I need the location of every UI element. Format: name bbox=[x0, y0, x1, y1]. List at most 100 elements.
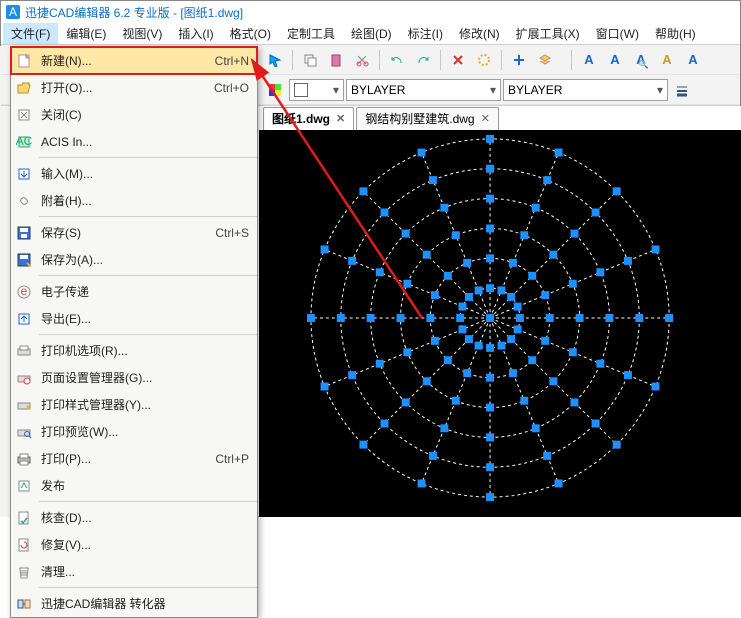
menu-item-label: 发布 bbox=[41, 477, 249, 494]
acis-icon: AC bbox=[15, 133, 33, 151]
menu-3[interactable]: 插入(I) bbox=[170, 23, 221, 44]
text-check-icon[interactable]: A bbox=[681, 48, 705, 72]
close-icon[interactable]: ✕ bbox=[481, 112, 490, 125]
select-icon[interactable] bbox=[263, 48, 287, 72]
import-icon bbox=[15, 165, 33, 183]
shortcut-label: Ctrl+O bbox=[214, 81, 249, 95]
shortcut-label: Ctrl+N bbox=[215, 54, 249, 68]
color-swatch bbox=[294, 83, 308, 97]
menu-item-new[interactable]: 新建(N)... Ctrl+N bbox=[11, 47, 257, 74]
menu-6[interactable]: 绘图(D) bbox=[343, 23, 400, 44]
shortcut-label: Ctrl+P bbox=[215, 452, 249, 466]
menu-item-label: 附着(H)... bbox=[41, 192, 249, 209]
text-a1-icon[interactable]: A bbox=[577, 48, 601, 72]
menu-item-conv[interactable]: 迅捷CAD编辑器 转化器 bbox=[11, 590, 257, 617]
menu-item-audit[interactable]: 核查(D)... bbox=[11, 504, 257, 531]
menu-item-psetup[interactable]: 页面设置管理器(G)... bbox=[11, 364, 257, 391]
menu-item-label: 打印(P)... bbox=[41, 450, 207, 467]
menu-item-label: 修复(V)... bbox=[41, 536, 249, 553]
doc-tab[interactable]: 图纸1.dwg ✕ bbox=[263, 107, 354, 130]
paste-icon[interactable] bbox=[324, 48, 348, 72]
menu-item-publish[interactable]: 发布 bbox=[11, 472, 257, 499]
menu-item-export[interactable]: 导出(E)... bbox=[11, 305, 257, 332]
shortcut-label: Ctrl+S bbox=[215, 226, 249, 240]
menu-item-acis[interactable]: ACACIS In... bbox=[11, 128, 257, 155]
menu-item-label: 保存(S) bbox=[41, 224, 207, 241]
menu-item-close[interactable]: 关闭(C) bbox=[11, 101, 257, 128]
copy-icon[interactable] bbox=[298, 48, 322, 72]
app-icon: A bbox=[5, 4, 21, 20]
menu-item-label: 打开(O)... bbox=[41, 79, 206, 96]
menu-item-label: 保存为(A)... bbox=[41, 251, 249, 268]
svg-text:e: e bbox=[21, 284, 28, 298]
close-icon bbox=[15, 106, 33, 124]
save-icon bbox=[15, 224, 33, 242]
color-swatch-icon[interactable] bbox=[263, 78, 287, 102]
menu-item-import[interactable]: 输入(M)... bbox=[11, 160, 257, 187]
popt-icon bbox=[15, 342, 33, 360]
text-a2-icon[interactable]: A bbox=[603, 48, 627, 72]
menu-item-label: 迅捷CAD编辑器 转化器 bbox=[41, 595, 249, 612]
menu-item-ppreview[interactable]: 打印预览(W)... bbox=[11, 418, 257, 445]
text-style-icon[interactable]: A bbox=[655, 48, 679, 72]
menu-8[interactable]: 修改(N) bbox=[451, 23, 508, 44]
tab-label: 图纸1.dwg bbox=[272, 110, 330, 127]
lineweight-icon[interactable] bbox=[670, 78, 694, 102]
color-combo[interactable]: ▾ bbox=[289, 79, 344, 101]
text-find-icon[interactable]: A🔍 bbox=[629, 48, 653, 72]
menu-10[interactable]: 窗口(W) bbox=[588, 23, 647, 44]
menu-1[interactable]: 编辑(E) bbox=[58, 23, 114, 44]
menu-item-label: 打印机选项(R)... bbox=[41, 342, 249, 359]
menu-item-pstyle[interactable]: 打印样式管理器(Y)... bbox=[11, 391, 257, 418]
menu-0[interactable]: 文件(F) bbox=[3, 23, 58, 44]
layer-name-combo[interactable]: BYLAYER ▾ bbox=[346, 79, 501, 101]
menu-item-purge[interactable]: 清理... bbox=[11, 558, 257, 585]
menu-item-label: 新建(N)... bbox=[41, 52, 207, 69]
menu-item-label: 电子传递 bbox=[41, 283, 249, 300]
doc-tab[interactable]: 钢结构别墅建筑.dwg✕ bbox=[356, 107, 499, 130]
menu-item-etrans[interactable]: e 电子传递 bbox=[11, 278, 257, 305]
print-icon bbox=[15, 450, 33, 468]
linetype-value: BYLAYER bbox=[508, 83, 562, 97]
pan-icon[interactable] bbox=[507, 48, 531, 72]
recover-icon bbox=[15, 536, 33, 554]
menu-5[interactable]: 定制工具 bbox=[279, 23, 343, 44]
etrans-icon: e bbox=[15, 283, 33, 301]
delete-icon[interactable] bbox=[446, 48, 470, 72]
file-menu-dropdown: 新建(N)... Ctrl+N 打开(O)... Ctrl+O 关闭(C)ACACIS … bbox=[10, 46, 258, 618]
layers-icon[interactable] bbox=[533, 48, 557, 72]
redo-icon[interactable] bbox=[411, 48, 435, 72]
menu-item-attach[interactable]: 附着(H)... bbox=[11, 187, 257, 214]
highlight-icon[interactable] bbox=[472, 48, 496, 72]
menu-bar: 文件(F)编辑(E)视图(V)插入(I)格式(O)定制工具绘图(D)标注(I)修… bbox=[1, 23, 740, 45]
menu-9[interactable]: 扩展工具(X) bbox=[508, 23, 588, 44]
menu-item-label: 导出(E)... bbox=[41, 310, 249, 327]
menu-item-label: 页面设置管理器(G)... bbox=[41, 369, 249, 386]
open-icon bbox=[15, 79, 33, 97]
menu-item-label: 输入(M)... bbox=[41, 165, 249, 182]
undo-icon[interactable] bbox=[385, 48, 409, 72]
attach-icon bbox=[15, 192, 33, 210]
chevron-down-icon: ▾ bbox=[333, 83, 339, 97]
menu-item-recover[interactable]: 修复(V)... bbox=[11, 531, 257, 558]
linetype-combo[interactable]: BYLAYER ▾ bbox=[503, 79, 668, 101]
menu-item-save[interactable]: 保存(S) Ctrl+S bbox=[11, 219, 257, 246]
cut-icon[interactable] bbox=[350, 48, 374, 72]
chevron-down-icon: ▾ bbox=[490, 83, 496, 97]
conv-icon bbox=[15, 595, 33, 613]
menu-item-label: 清理... bbox=[41, 563, 249, 580]
menu-item-label: 打印预览(W)... bbox=[41, 423, 249, 440]
menu-item-label: 打印样式管理器(Y)... bbox=[41, 396, 249, 413]
menu-item-open[interactable]: 打开(O)... Ctrl+O bbox=[11, 74, 257, 101]
menu-item-saveas[interactable]: 保存为(A)... bbox=[11, 246, 257, 273]
menu-item-popt[interactable]: 打印机选项(R)... bbox=[11, 337, 257, 364]
export-icon bbox=[15, 310, 33, 328]
drawing-canvas[interactable] bbox=[259, 119, 741, 517]
menu-11[interactable]: 帮助(H) bbox=[647, 23, 704, 44]
close-icon[interactable]: ✕ bbox=[336, 112, 345, 125]
layer-combo-value: BYLAYER bbox=[351, 83, 405, 97]
menu-2[interactable]: 视图(V) bbox=[114, 23, 170, 44]
menu-7[interactable]: 标注(I) bbox=[400, 23, 451, 44]
menu-4[interactable]: 格式(O) bbox=[222, 23, 279, 44]
menu-item-print[interactable]: 打印(P)... Ctrl+P bbox=[11, 445, 257, 472]
